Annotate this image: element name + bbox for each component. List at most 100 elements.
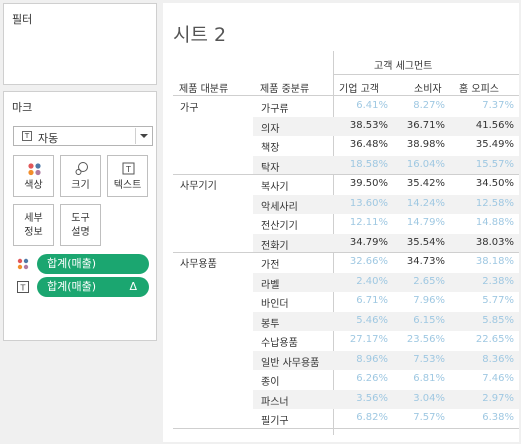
table-cell[interactable]: 7.57% bbox=[385, 412, 445, 423]
column-header-consumer: 소비자 bbox=[414, 84, 442, 95]
pill-label: 합계(매출) bbox=[47, 257, 97, 270]
size-button-label: 크기 bbox=[71, 180, 90, 191]
group-divider bbox=[173, 252, 519, 253]
chevron-down-icon[interactable] bbox=[135, 128, 151, 144]
row-subcategory-label: 필기구 bbox=[261, 416, 289, 427]
worksheet-view: 시트 2 고객 세그먼트 제품 대분류 제품 중분류 기업 고객 소비자 홈 오… bbox=[163, 3, 519, 442]
table-cell[interactable]: 15.57% bbox=[454, 159, 514, 170]
table-cell[interactable]: 35.54% bbox=[385, 237, 445, 248]
table-cell[interactable]: 13.60% bbox=[328, 198, 388, 209]
table-cell[interactable]: 36.48% bbox=[328, 139, 388, 150]
row-subcategory-label: 전산기기 bbox=[261, 221, 298, 232]
table-cell[interactable]: 5.77% bbox=[454, 295, 514, 306]
table-cell[interactable]: 7.37% bbox=[454, 100, 514, 111]
row-subcategory-label: 전화기 bbox=[261, 240, 289, 252]
color-button[interactable]: 색상 bbox=[13, 155, 54, 197]
table-cell[interactable]: 35.42% bbox=[385, 178, 445, 189]
color-dots-icon[interactable] bbox=[17, 258, 29, 270]
detail-button[interactable]: 세부 정보 bbox=[13, 204, 54, 246]
row-subcategory-label: 가구류 bbox=[261, 104, 289, 115]
table-cell[interactable]: 12.11% bbox=[328, 217, 388, 228]
table-cell[interactable]: 2.40% bbox=[328, 276, 388, 287]
table-cell[interactable]: 8.36% bbox=[454, 354, 514, 365]
sum-sales-color-pill[interactable]: 합계(매출) bbox=[37, 254, 149, 274]
color-button-label: 색상 bbox=[24, 180, 43, 191]
table-cell[interactable]: 39.50% bbox=[328, 178, 388, 189]
filters-shelf[interactable]: 필터 bbox=[3, 3, 157, 85]
table-cell[interactable]: 38.18% bbox=[454, 256, 514, 267]
row-subcategory-label: 가전 bbox=[261, 260, 280, 271]
table-cell[interactable]: 7.96% bbox=[385, 295, 445, 306]
table-cell[interactable]: 7.46% bbox=[454, 373, 514, 384]
table-cell[interactable]: 6.15% bbox=[385, 315, 445, 326]
table-cell[interactable]: 34.79% bbox=[328, 237, 388, 248]
row-subcategory-label: 종이 bbox=[261, 377, 280, 388]
marks-card: 마크 T 자동 색상 크기 T 텍스트 세부 정보 도구 설명 합계(매출) T… bbox=[3, 91, 157, 341]
table-cell[interactable]: 14.79% bbox=[385, 217, 445, 228]
table-cell[interactable]: 27.17% bbox=[328, 334, 388, 345]
filters-title: 필터 bbox=[12, 13, 33, 26]
table-cell[interactable]: 12.58% bbox=[454, 198, 514, 209]
column-header-corporate: 기업 고객 bbox=[339, 84, 379, 95]
row-subcategory-label: 악세사리 bbox=[261, 201, 298, 213]
table-cell[interactable]: 34.73% bbox=[385, 256, 445, 267]
row-subcategory-label: 책장 bbox=[261, 143, 280, 154]
table-cell[interactable]: 6.26% bbox=[328, 373, 388, 384]
row-subcategory-label: 라벨 bbox=[261, 279, 280, 291]
table-cell[interactable]: 2.65% bbox=[385, 276, 445, 287]
table-cell[interactable]: 6.81% bbox=[385, 373, 445, 384]
table-cell[interactable]: 14.24% bbox=[385, 198, 445, 209]
row-subcategory-label: 복사기 bbox=[261, 182, 289, 193]
table-cell[interactable]: 14.88% bbox=[454, 217, 514, 228]
sheet-title: 시트 2 bbox=[173, 24, 227, 46]
column-header-home-office: 홈 오피스 bbox=[459, 84, 499, 95]
row-subcategory-label: 탁자 bbox=[261, 162, 280, 174]
table-cell[interactable]: 6.38% bbox=[454, 412, 514, 423]
table-cell[interactable]: 7.53% bbox=[385, 354, 445, 365]
table-cell[interactable]: 8.27% bbox=[385, 100, 445, 111]
table-cell[interactable]: 36.71% bbox=[385, 120, 445, 131]
table-cell[interactable]: 34.50% bbox=[454, 178, 514, 189]
table-cell[interactable]: 8.96% bbox=[328, 354, 388, 365]
column-group-header: 고객 세그먼트 bbox=[374, 61, 433, 72]
sum-sales-text-pill[interactable]: 합계(매출) Δ bbox=[37, 277, 149, 297]
table-cell[interactable]: 6.82% bbox=[328, 412, 388, 423]
text-icon: T bbox=[122, 162, 135, 175]
row-category-label: 사무용품 bbox=[180, 259, 217, 270]
svg-text:T: T bbox=[125, 165, 131, 174]
table-cell[interactable]: 41.56% bbox=[454, 120, 514, 131]
tableau-workspace: 필터 마크 T 자동 색상 크기 T 텍스트 세부 정보 도구 설명 합계(매출… bbox=[0, 0, 521, 444]
table-cell[interactable]: 38.98% bbox=[385, 139, 445, 150]
text-button-label: 텍스트 bbox=[113, 180, 142, 191]
marks-title: 마크 bbox=[12, 101, 33, 114]
table-cell[interactable]: 22.65% bbox=[454, 334, 514, 345]
table-cell[interactable]: 38.53% bbox=[328, 120, 388, 131]
table-cell[interactable]: 16.04% bbox=[385, 159, 445, 170]
delta-icon: Δ bbox=[129, 280, 137, 293]
row-category-label: 가구 bbox=[180, 103, 199, 114]
table-cell[interactable]: 5.85% bbox=[454, 315, 514, 326]
mark-type-dropdown[interactable]: T 자동 bbox=[13, 126, 153, 146]
table-cell[interactable]: 2.97% bbox=[454, 393, 514, 404]
table-cell[interactable]: 3.04% bbox=[385, 393, 445, 404]
table-cell[interactable]: 2.38% bbox=[454, 276, 514, 287]
table-cell[interactable]: 38.03% bbox=[454, 237, 514, 248]
detail-button-label: 세부 정보 bbox=[24, 213, 43, 238]
text-icon[interactable]: T bbox=[17, 281, 29, 293]
table-cell[interactable]: 6.71% bbox=[328, 295, 388, 306]
row-subcategory-label: 봉투 bbox=[261, 318, 280, 330]
table-cell[interactable]: 35.49% bbox=[454, 139, 514, 150]
marks-pill-row-color: 합계(매출) bbox=[13, 254, 153, 274]
text-button[interactable]: T 텍스트 bbox=[107, 155, 148, 197]
table-cell[interactable]: 32.66% bbox=[328, 256, 388, 267]
tooltip-button[interactable]: 도구 설명 bbox=[60, 204, 101, 246]
size-button[interactable]: 크기 bbox=[60, 155, 101, 197]
table-cell[interactable]: 23.56% bbox=[385, 334, 445, 345]
row-subcategory-label: 일반 사무용품 bbox=[261, 357, 320, 369]
table-cell[interactable]: 3.56% bbox=[328, 393, 388, 404]
table-cell[interactable]: 18.58% bbox=[328, 159, 388, 170]
table-cell[interactable]: 5.46% bbox=[328, 315, 388, 326]
color-dots-icon bbox=[28, 163, 41, 176]
table-cell[interactable]: 6.41% bbox=[328, 100, 388, 111]
svg-text:T: T bbox=[20, 284, 26, 293]
